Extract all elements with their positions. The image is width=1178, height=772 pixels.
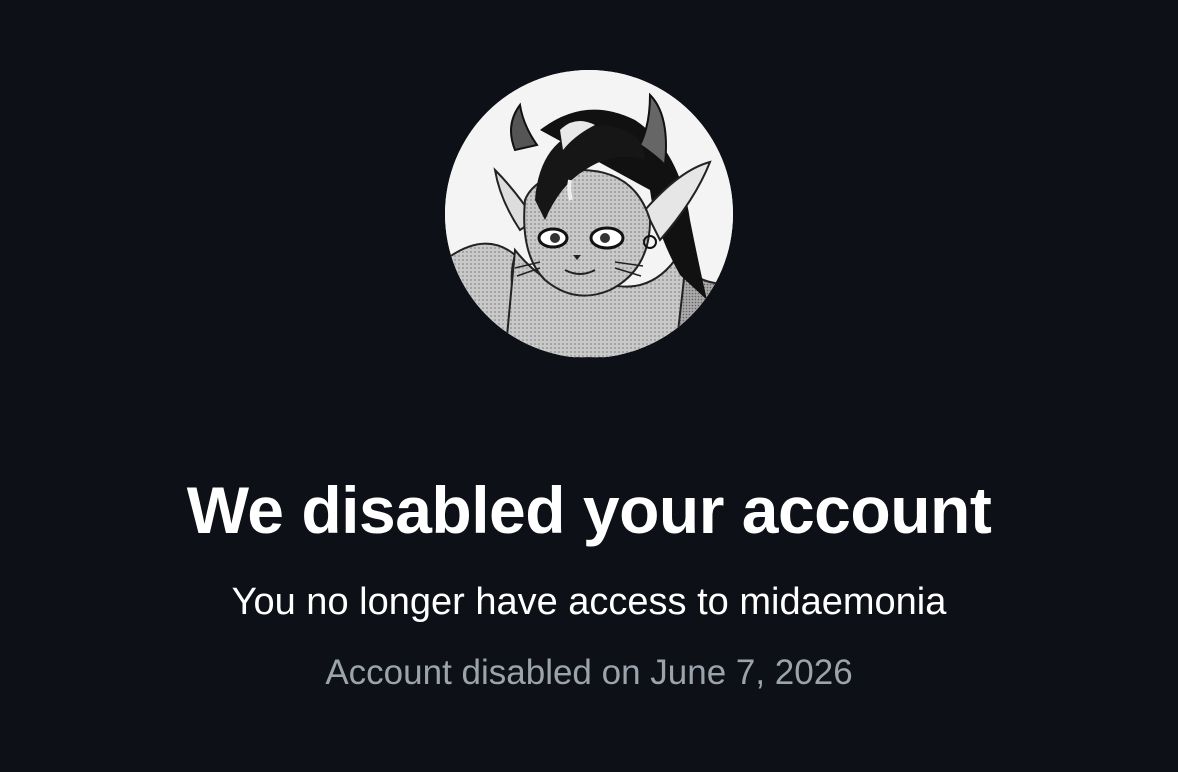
profile-avatar (445, 70, 733, 358)
page-title: We disabled your account (186, 473, 992, 547)
avatar-illustration-icon (445, 70, 733, 358)
access-message: You no longer have access to midaemonia (231, 581, 947, 623)
disabled-account-screen: We disabled your account You no longer h… (0, 0, 1178, 772)
disabled-date-text: Account disabled on June 7, 2026 (325, 653, 853, 692)
